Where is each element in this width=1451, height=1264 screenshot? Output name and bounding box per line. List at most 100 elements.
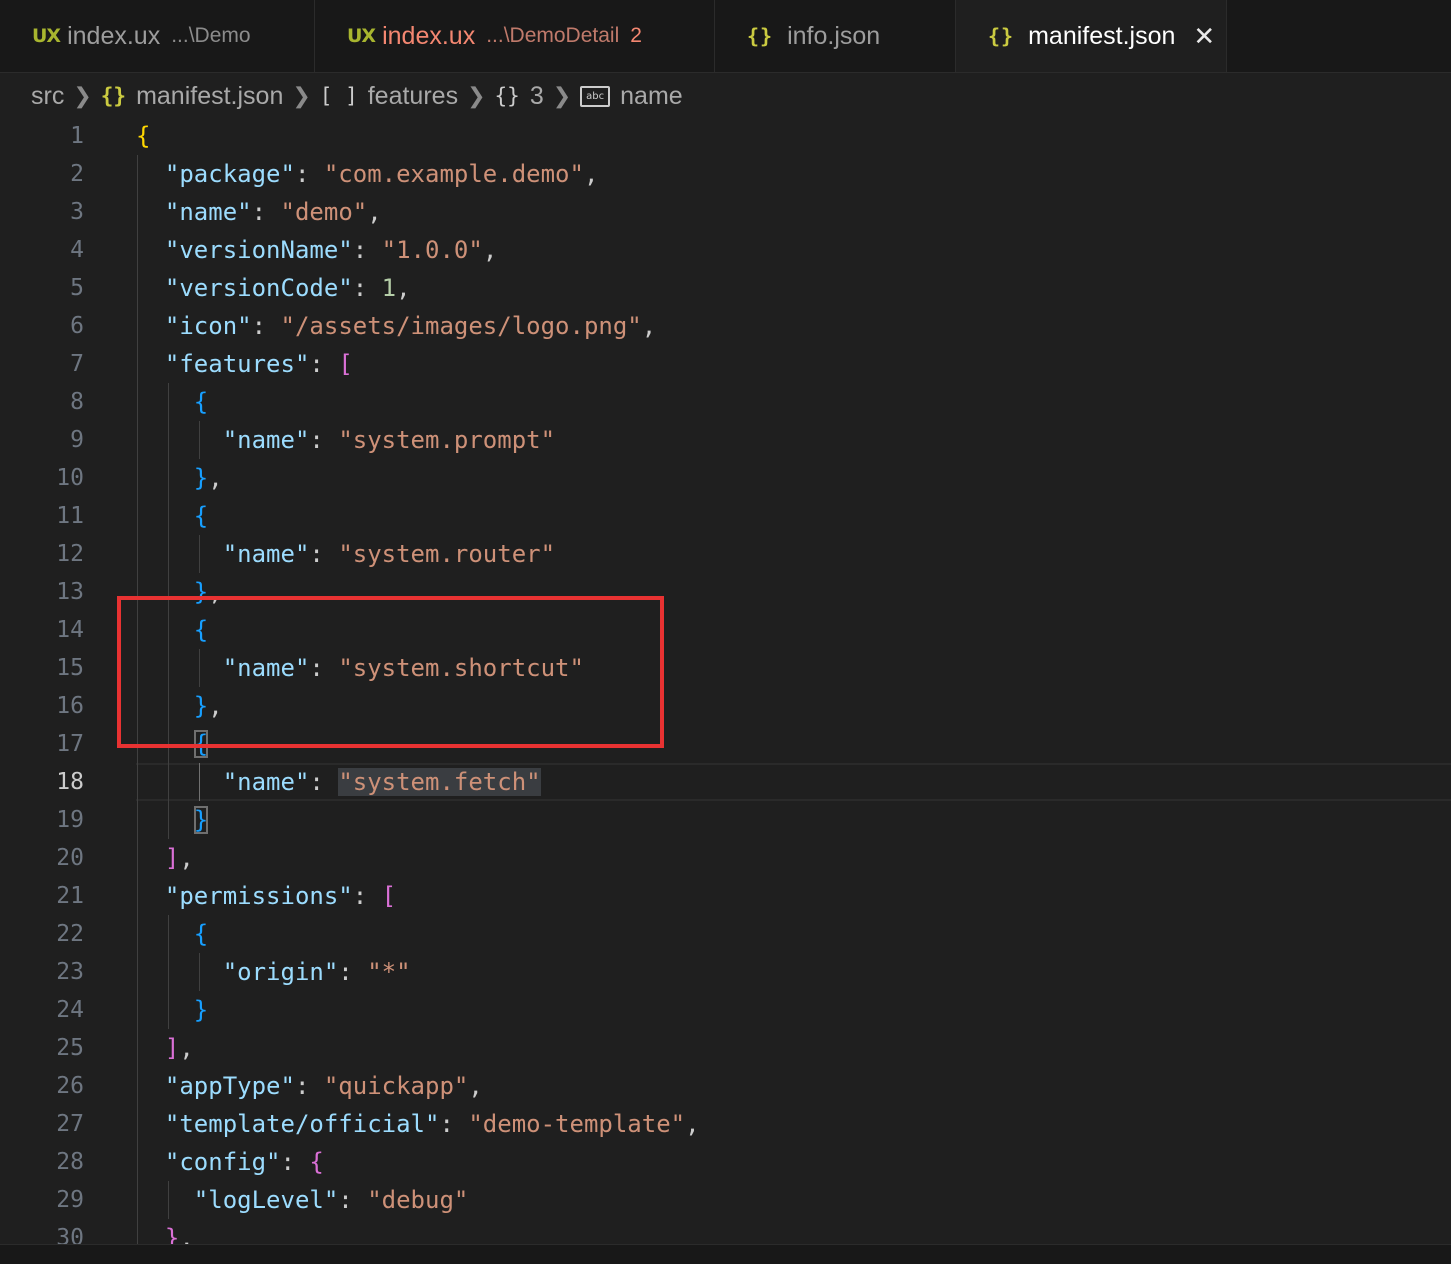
json-key: "permissions" bbox=[164, 882, 353, 910]
code-line: 25 ], bbox=[0, 1029, 1451, 1067]
line-number: 8 bbox=[70, 389, 84, 415]
line-number: 15 bbox=[56, 655, 84, 681]
code-line: 5 "versionCode": 1, bbox=[0, 269, 1451, 307]
json-string: "system.prompt" bbox=[338, 426, 556, 454]
ux-file-icon: UX bbox=[32, 25, 61, 47]
line-number: 2 bbox=[70, 161, 84, 187]
json-string: "system.shortcut" bbox=[338, 654, 584, 682]
line-number: 5 bbox=[70, 275, 84, 301]
json-string: "demo" bbox=[280, 198, 368, 226]
json-string: "/assets/images/logo.png" bbox=[280, 312, 642, 340]
json-key: "logLevel" bbox=[193, 1186, 339, 1214]
line-number: 23 bbox=[56, 959, 84, 985]
line-number: 6 bbox=[70, 313, 84, 339]
breadcrumb-file[interactable]: manifest.json bbox=[136, 82, 283, 111]
code-line: 7 "features": [ bbox=[0, 345, 1451, 383]
json-key: "package" bbox=[164, 160, 295, 188]
editor-tab-bar: UX index.ux ...\Demo UX index.ux ...\Dem… bbox=[0, 0, 1451, 73]
json-string: "*" bbox=[367, 958, 411, 986]
tab-label: index.ux bbox=[382, 21, 476, 50]
code-line: 22 { bbox=[0, 915, 1451, 953]
line-number: 1 bbox=[70, 123, 84, 149]
code-line: 23 "origin": "*" bbox=[0, 953, 1451, 991]
tab-label: index.ux bbox=[67, 21, 161, 50]
code-line: 9 "name": "system.prompt" bbox=[0, 421, 1451, 459]
json-key: "name" bbox=[222, 426, 310, 454]
chevron-right-icon: ❯ bbox=[467, 83, 486, 108]
chevron-right-icon: ❯ bbox=[73, 83, 92, 108]
breadcrumb-folder[interactable]: src bbox=[31, 82, 64, 111]
array-symbol-icon: [ ] bbox=[319, 84, 358, 108]
json-string: "demo-template" bbox=[468, 1110, 686, 1138]
json-string: "system.router" bbox=[338, 540, 556, 568]
line-number: 4 bbox=[70, 237, 84, 263]
line-number: 24 bbox=[56, 997, 84, 1023]
tab-index-ux-demodetail[interactable]: UX index.ux ...\DemoDetail 2 bbox=[315, 0, 715, 72]
line-number: 12 bbox=[56, 541, 84, 567]
chevron-right-icon: ❯ bbox=[292, 83, 311, 108]
code-line: 24 } bbox=[0, 991, 1451, 1029]
json-key: "name" bbox=[222, 540, 310, 568]
json-key: "appType" bbox=[164, 1072, 295, 1100]
close-icon[interactable]: ✕ bbox=[1193, 21, 1215, 52]
code-line: 11 { bbox=[0, 497, 1451, 535]
code-line: 27 "template/official": "demo-template", bbox=[0, 1105, 1451, 1143]
code-line: 16 }, bbox=[0, 687, 1451, 725]
code-line: 30 }, bbox=[0, 1219, 1451, 1244]
json-key: "name" bbox=[222, 654, 310, 682]
json-string: "debug" bbox=[367, 1186, 469, 1214]
code-line: 4 "versionName": "1.0.0", bbox=[0, 231, 1451, 269]
code-line-current: 18 "name": "system.fetch" bbox=[0, 763, 1451, 801]
string-symbol-icon: abc bbox=[580, 85, 611, 107]
line-number: 9 bbox=[70, 427, 84, 453]
json-key: "versionCode" bbox=[164, 274, 353, 302]
bottom-panel-edge bbox=[0, 1244, 1451, 1264]
line-number: 13 bbox=[56, 579, 84, 605]
line-number: 25 bbox=[56, 1035, 84, 1061]
code-line: 1{ bbox=[0, 117, 1451, 155]
json-string: "quickapp" bbox=[323, 1072, 469, 1100]
tab-label: manifest.json bbox=[1028, 21, 1176, 50]
tab-index-ux-demo[interactable]: UX index.ux ...\Demo bbox=[0, 0, 315, 72]
line-number: 10 bbox=[56, 465, 84, 491]
line-number: 29 bbox=[56, 1187, 84, 1213]
code-line: 8 { bbox=[0, 383, 1451, 421]
bracket-match: { bbox=[193, 730, 209, 758]
line-number: 20 bbox=[56, 845, 84, 871]
tab-path: ...\Demo bbox=[171, 24, 251, 47]
json-key: "origin" bbox=[222, 958, 339, 986]
json-key: "versionName" bbox=[164, 236, 353, 264]
json-number: 1 bbox=[381, 274, 397, 302]
code-line: 10 }, bbox=[0, 459, 1451, 497]
line-number: 17 bbox=[56, 731, 84, 757]
tab-label: info.json bbox=[787, 21, 881, 50]
json-file-icon: {} bbox=[100, 84, 127, 108]
tab-info-json[interactable]: {} info.json bbox=[715, 0, 956, 72]
breadcrumb-array[interactable]: features bbox=[368, 82, 458, 111]
line-number: 18 bbox=[56, 769, 84, 795]
tab-manifest-json[interactable]: {} manifest.json ✕ bbox=[956, 0, 1227, 72]
code-line: 15 "name": "system.shortcut" bbox=[0, 649, 1451, 687]
line-number: 27 bbox=[56, 1111, 84, 1137]
code-line: 2 "package": "com.example.demo", bbox=[0, 155, 1451, 193]
line-number: 14 bbox=[56, 617, 84, 643]
json-key: "template/official" bbox=[164, 1110, 440, 1138]
code-line: 21 "permissions": [ bbox=[0, 877, 1451, 915]
code-line: 6 "icon": "/assets/images/logo.png", bbox=[0, 307, 1451, 345]
breadcrumb-index[interactable]: 3 bbox=[530, 82, 544, 111]
line-number: 19 bbox=[56, 807, 84, 833]
code-line: 19 } bbox=[0, 801, 1451, 839]
line-number: 7 bbox=[70, 351, 84, 377]
code-line: 14 { bbox=[0, 611, 1451, 649]
code-editor[interactable]: 1{ 2 "package": "com.example.demo", 3 "n… bbox=[0, 117, 1451, 1244]
json-key: "features" bbox=[164, 350, 310, 378]
code-line: 29 "logLevel": "debug" bbox=[0, 1181, 1451, 1219]
json-key: "icon" bbox=[164, 312, 252, 340]
code-line: 20 ], bbox=[0, 839, 1451, 877]
json-key: "config" bbox=[164, 1148, 281, 1176]
json-file-icon: {} bbox=[747, 24, 774, 48]
ux-file-icon: UX bbox=[347, 25, 376, 47]
breadcrumb-leaf[interactable]: name bbox=[620, 82, 683, 111]
json-key: "name" bbox=[222, 768, 310, 796]
problem-count-badge: 2 bbox=[630, 24, 642, 47]
